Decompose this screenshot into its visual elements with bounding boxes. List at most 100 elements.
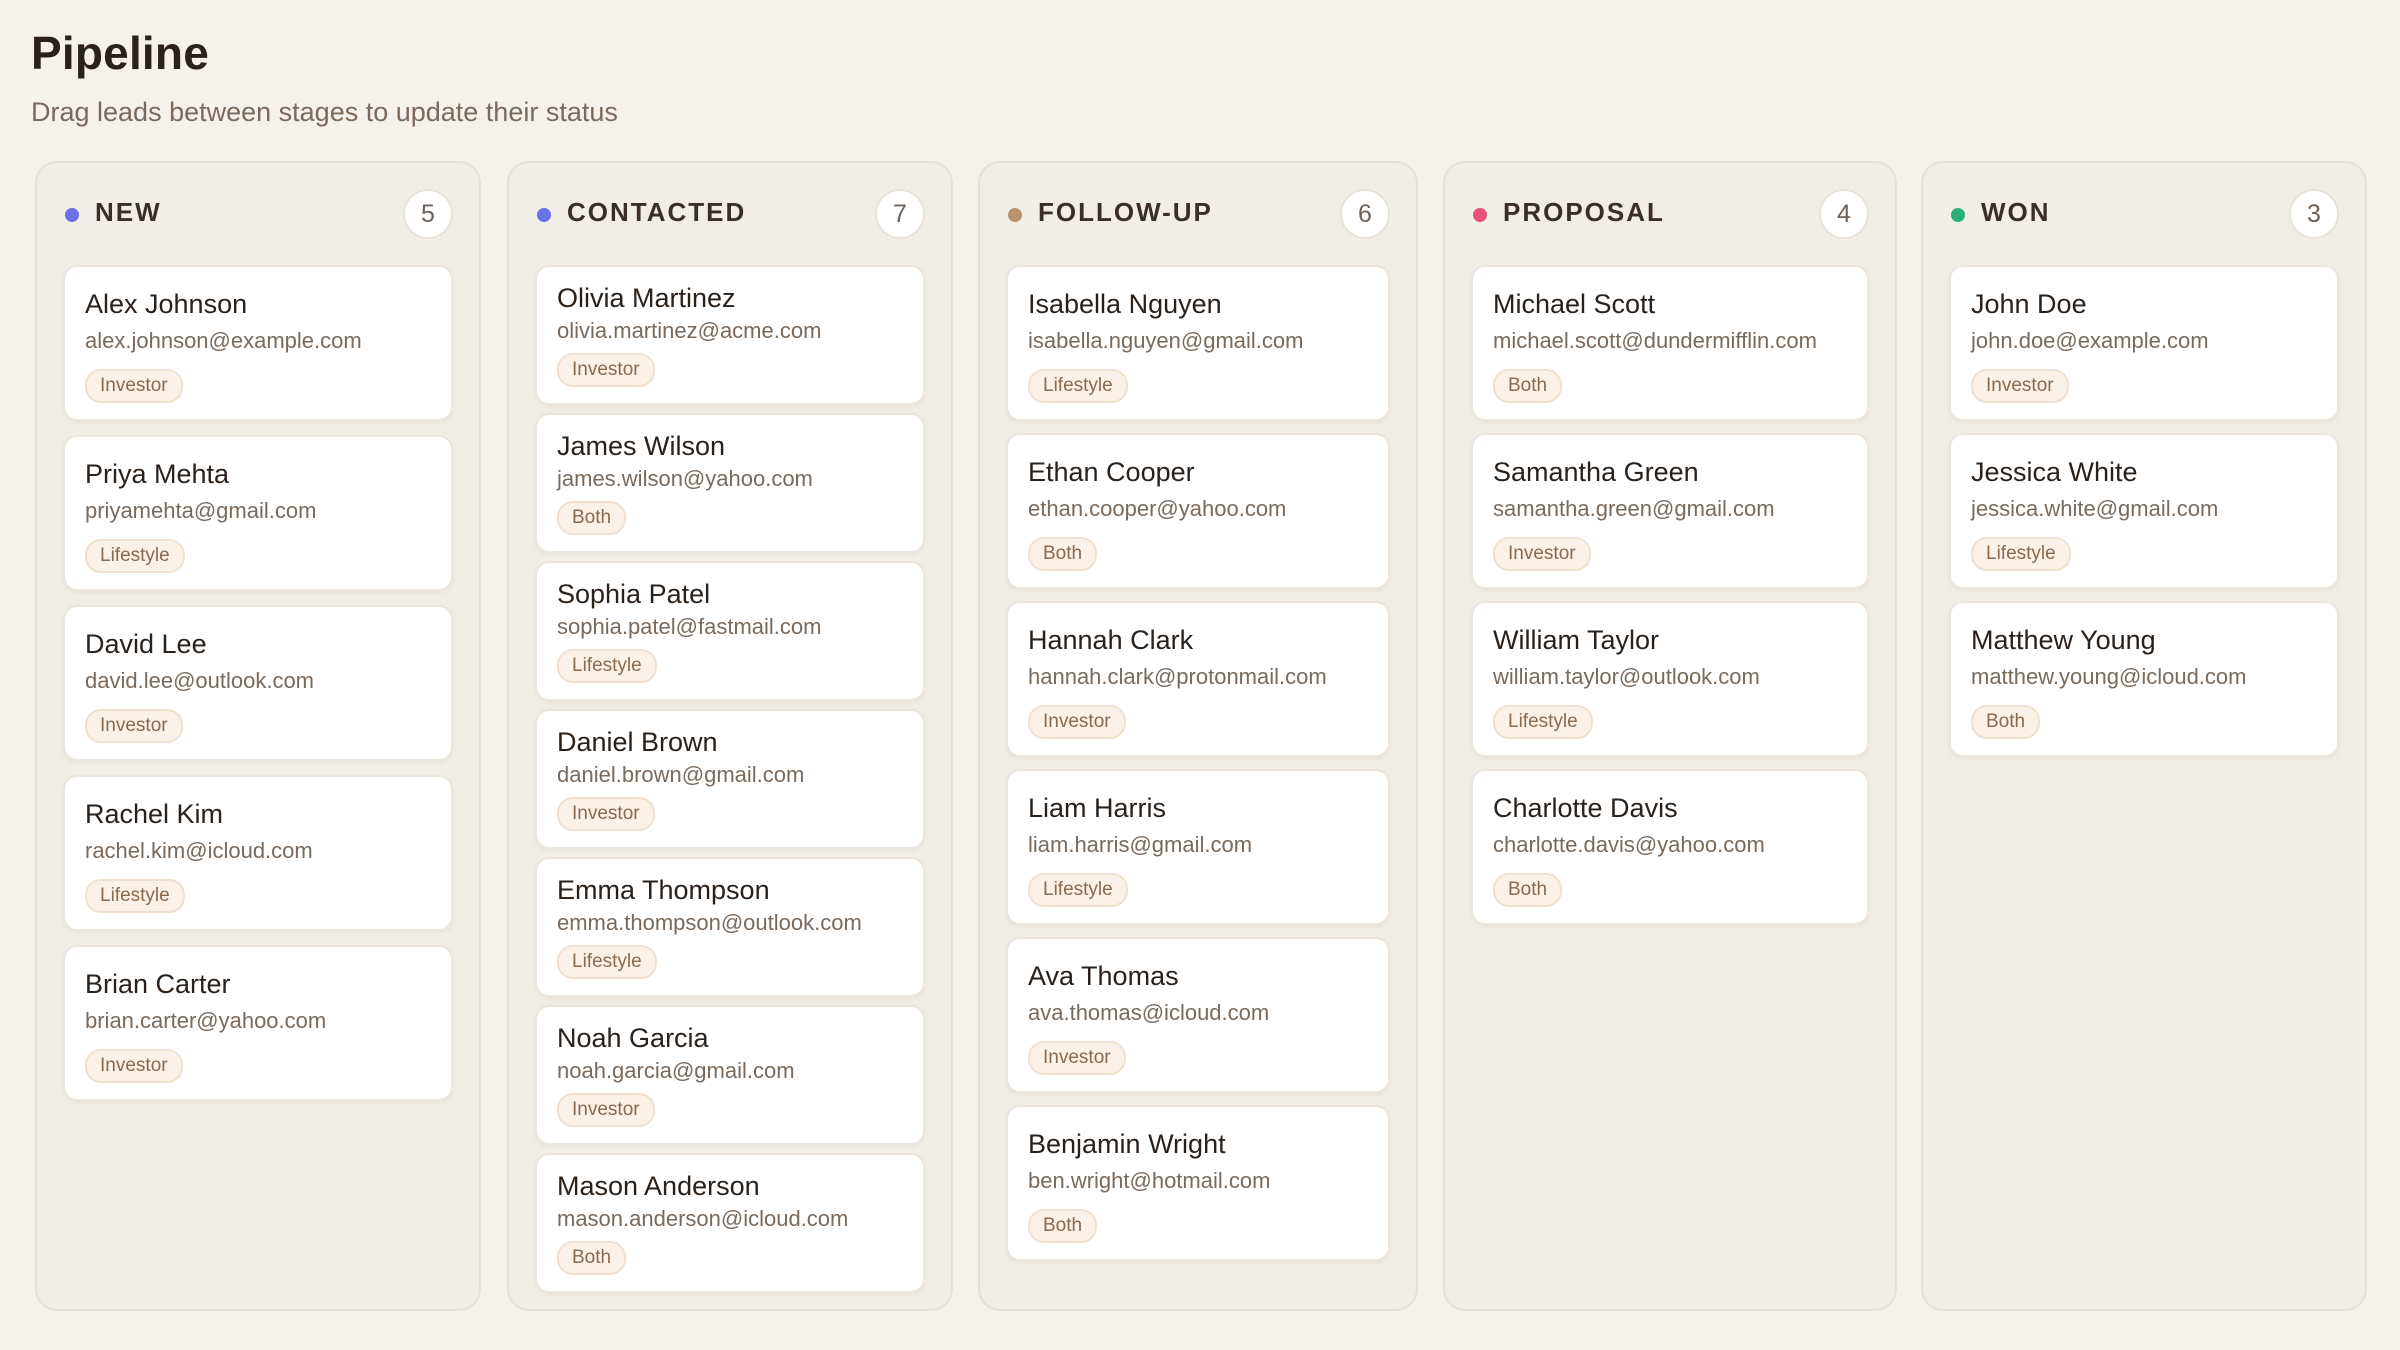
lead-card[interactable]: Hannah Clark hannah.clark@protonmail.com I… [1006,601,1390,757]
lead-name: Noah Garcia [557,1023,709,1053]
lead-type-tag: Investor [1493,537,1591,571]
lead-card[interactable]: Daniel Brown daniel.brown@gmail.com Invest… [535,709,925,849]
lead-email: olivia.martinez@acme.com [557,318,822,343]
column-title: PROPOSAL [1503,197,1665,227]
lead-card[interactable]: Olivia Martinez olivia.martinez@acme.com I… [535,265,925,405]
card-list: Michael Scott michael.scott@dundermifflin… [1471,265,1869,937]
lead-type-tag: Investor [557,353,655,387]
lead-email: daniel.brown@gmail.com [557,762,805,787]
lead-card[interactable]: Jessica White jessica.white@gmail.com Life… [1949,433,2339,589]
lead-name: Isabella Nguyen [1028,289,1222,319]
lead-card[interactable]: Mason Anderson mason.anderson@icloud.com B… [535,1153,925,1293]
lead-type-tag: Investor [85,369,183,403]
column-new[interactable]: NEW 5 Alex Johnson alex.johnson@example.com… [35,161,481,1311]
lead-type-tag: Investor [557,1093,655,1127]
column-header: PROPOSAL 4 [1445,189,1895,239]
lead-type-tag: Lifestyle [85,539,185,573]
column-header: WON 3 [1923,189,2365,239]
lead-card[interactable]: Rachel Kim rachel.kim@icloud.com Lifestyle [63,775,453,931]
lead-card[interactable]: James Wilson james.wilson@yahoo.com Both [535,413,925,553]
lead-email: william.taylor@outlook.com [1493,664,1760,689]
column-header: FOLLOW-UP 6 [980,189,1416,239]
lead-card[interactable]: Michael Scott michael.scott@dundermifflin… [1471,265,1869,421]
column-won[interactable]: WON 3 John Doe john.doe@example.com Investor… [1921,161,2367,1311]
lead-email: matthew.young@icloud.com [1971,664,2247,689]
lead-name: John Doe [1971,289,2087,319]
lead-name: Ethan Cooper [1028,457,1195,487]
lead-name: Ava Thomas [1028,961,1179,991]
lead-name: David Lee [85,629,207,659]
lead-name: Samantha Green [1493,457,1699,487]
lead-email: ethan.cooper@yahoo.com [1028,496,1287,521]
lead-email: hannah.clark@protonmail.com [1028,664,1327,689]
lead-type-tag: Both [1028,1209,1098,1243]
lead-card[interactable]: John Doe john.doe@example.com Investor [1949,265,2339,421]
lead-type-tag: Investor [557,797,655,831]
lead-name: Benjamin Wright [1028,1129,1226,1159]
lead-card[interactable]: Charlotte Davis charlotte.davis@yahoo.com… [1471,769,1869,925]
stage-dot-icon [1473,208,1487,222]
lead-email: noah.garcia@gmail.com [557,1058,795,1083]
lead-name: Liam Harris [1028,793,1167,823]
card-list: John Doe john.doe@example.com Investor Jess… [1949,265,2339,769]
lead-email: emma.thompson@outlook.com [557,910,862,935]
lead-email: david.lee@outlook.com [85,668,315,693]
column-follow-up[interactable]: FOLLOW-UP 6 Isabella Nguyen isabella.nguyen… [978,161,1418,1311]
lead-type-tag: Both [557,1241,627,1275]
lead-type-tag: Investor [1028,1041,1126,1075]
lead-card[interactable]: Emma Thompson emma.thompson@outlook.com Li… [535,857,925,997]
lead-name: James Wilson [557,431,726,461]
lead-email: michael.scott@dundermifflin.com [1493,328,1817,353]
column-proposal[interactable]: PROPOSAL 4 Michael Scott michael.scott@dund… [1443,161,1897,1311]
lead-card[interactable]: Noah Garcia noah.garcia@gmail.com Investor [535,1005,925,1145]
column-title: WON [1981,197,2051,227]
lead-email: alex.johnson@example.com [85,328,362,353]
lead-card[interactable]: Liam Harris liam.harris@gmail.com Lifestyl… [1006,769,1390,925]
lead-card[interactable]: William Taylor william.taylor@outlook.com… [1471,601,1869,757]
lead-type-tag: Investor [85,1049,183,1083]
lead-card[interactable]: Ethan Cooper ethan.cooper@yahoo.com Both [1006,433,1390,589]
lead-card[interactable]: Sophia Patel sophia.patel@fastmail.com Lif… [535,561,925,701]
column-title: NEW [95,197,162,227]
stage-dot-icon [1008,208,1022,222]
lead-card[interactable]: Matthew Young matthew.young@icloud.com Bot… [1949,601,2339,757]
lead-name: Matthew Young [1971,625,2156,655]
card-list: Alex Johnson alex.johnson@example.com Inve… [63,265,453,1115]
column-header: NEW 5 [37,189,479,239]
lead-type-tag: Both [1971,705,2041,739]
lead-email: rachel.kim@icloud.com [85,838,313,863]
lead-type-tag: Both [557,501,627,535]
lead-type-tag: Lifestyle [557,945,657,979]
card-list: Isabella Nguyen isabella.nguyen@gmail.com… [1006,265,1390,1273]
lead-email: ben.wright@hotmail.com [1028,1168,1271,1193]
lead-card[interactable]: David Lee david.lee@outlook.com Investor [63,605,453,761]
lead-card[interactable]: Priya Mehta priyamehta@gmail.com Lifestyle [63,435,453,591]
stage-dot-icon [537,208,551,222]
lead-name: Michael Scott [1493,289,1656,319]
lead-type-tag: Both [1493,369,1563,403]
column-contacted[interactable]: CONTACTED 7 Olivia Martinez olivia.martinez… [507,161,953,1311]
page-title: Pipeline [31,27,209,79]
lead-name: Olivia Martinez [557,283,736,313]
lead-type-tag: Investor [1028,705,1126,739]
kanban-board: NEW 5 Alex Johnson alex.johnson@example.com… [35,161,2367,1311]
lead-card[interactable]: Samantha Green samantha.green@gmail.com In… [1471,433,1869,589]
lead-card[interactable]: Alex Johnson alex.johnson@example.com Inve… [63,265,453,421]
column-count-badge: 6 [1340,189,1390,239]
pipeline-page: Pipeline Drag leads between stages to up… [0,0,2400,1350]
lead-type-tag: Lifestyle [1028,873,1128,907]
lead-card[interactable]: Brian Carter brian.carter@yahoo.com Invest… [63,945,453,1101]
lead-card[interactable]: Ava Thomas ava.thomas@icloud.com Investor [1006,937,1390,1093]
lead-card[interactable]: Benjamin Wright ben.wright@hotmail.com Bot… [1006,1105,1390,1261]
lead-email: sophia.patel@fastmail.com [557,614,822,639]
lead-type-tag: Investor [85,709,183,743]
lead-email: samantha.green@gmail.com [1493,496,1775,521]
lead-name: Priya Mehta [85,459,230,489]
column-count-badge: 7 [875,189,925,239]
lead-email: priyamehta@gmail.com [85,498,317,523]
lead-email: jessica.white@gmail.com [1971,496,2219,521]
lead-card[interactable]: Isabella Nguyen isabella.nguyen@gmail.com… [1006,265,1390,421]
lead-type-tag: Lifestyle [557,649,657,683]
lead-type-tag: Lifestyle [1028,369,1128,403]
lead-email: charlotte.davis@yahoo.com [1493,832,1765,857]
